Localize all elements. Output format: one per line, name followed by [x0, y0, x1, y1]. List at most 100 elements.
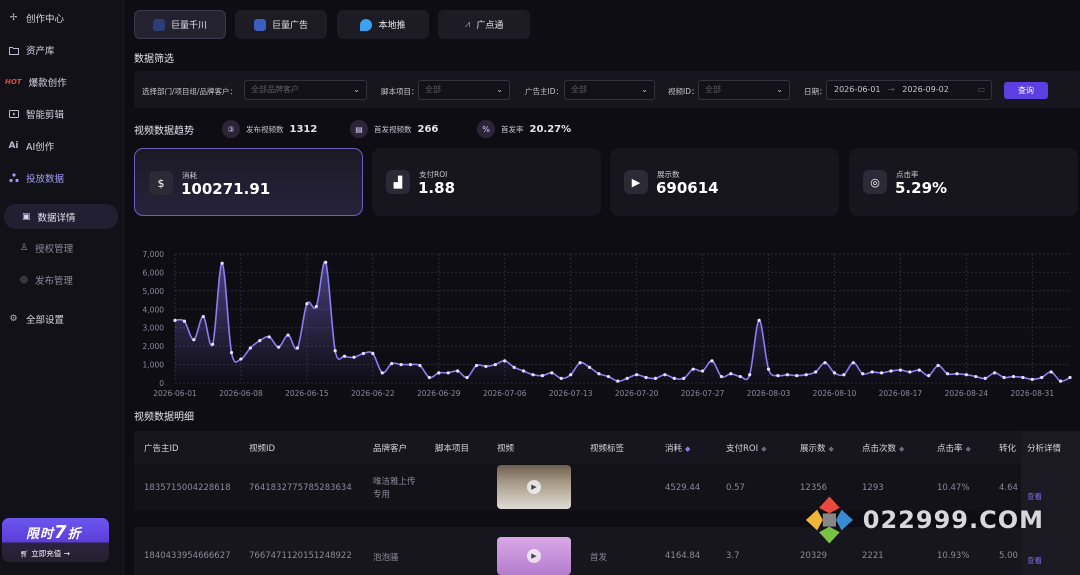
- data-point[interactable]: [861, 372, 865, 376]
- data-point[interactable]: [531, 373, 535, 377]
- data-point[interactable]: [361, 351, 366, 356]
- sort-icon[interactable]: ◆: [829, 445, 834, 453]
- data-point[interactable]: [390, 362, 394, 366]
- data-point[interactable]: [512, 365, 516, 369]
- data-point[interactable]: [729, 372, 733, 376]
- data-point[interactable]: [408, 362, 413, 367]
- data-point[interactable]: [248, 346, 252, 350]
- data-point[interactable]: [597, 372, 601, 376]
- sidebar-item-ai-creation[interactable]: Ai AI创作: [8, 135, 54, 157]
- column-header-advertiser[interactable]: 广告主ID: [144, 442, 179, 454]
- video-thumbnail[interactable]: ▶: [497, 465, 571, 509]
- data-point[interactable]: [239, 357, 243, 361]
- data-point[interactable]: [889, 369, 893, 373]
- data-point[interactable]: [908, 370, 912, 374]
- data-point[interactable]: [569, 373, 573, 377]
- data-point[interactable]: [682, 376, 686, 380]
- data-point[interactable]: [380, 371, 384, 375]
- play-icon[interactable]: ▶: [527, 480, 541, 494]
- data-point[interactable]: [917, 368, 921, 372]
- data-point[interactable]: [983, 376, 987, 380]
- data-point[interactable]: [663, 373, 667, 377]
- data-point[interactable]: [814, 370, 818, 374]
- data-point[interactable]: [578, 361, 582, 365]
- data-point[interactable]: [804, 373, 808, 377]
- data-point[interactable]: [832, 371, 837, 375]
- sidebar-subitem-publish-management[interactable]: ◎ 发布管理: [20, 269, 73, 291]
- sort-icon[interactable]: ◆: [685, 445, 690, 453]
- data-point[interactable]: [1011, 374, 1016, 379]
- data-point[interactable]: [993, 371, 997, 375]
- column-header-spend[interactable]: 消耗 ◆: [665, 442, 690, 454]
- sidebar-item-creation-center[interactable]: ✢ 创作中心: [8, 7, 64, 29]
- video-thumbnail[interactable]: ▶: [497, 537, 571, 575]
- data-point[interactable]: [719, 374, 724, 379]
- data-point[interactable]: [710, 359, 714, 363]
- column-header-roi[interactable]: 支付ROI ◆: [726, 442, 767, 454]
- column-header-script[interactable]: 脚本项目: [435, 442, 469, 454]
- promo-cta[interactable]: 🛒︎ 立即充值 →: [20, 548, 70, 559]
- data-point[interactable]: [795, 374, 799, 378]
- data-point[interactable]: [1058, 379, 1063, 383]
- tab-guangdiantong[interactable]: ⩘ 广点通: [438, 10, 530, 39]
- tab-qianchuan[interactable]: 巨量千川: [134, 10, 226, 39]
- date-range-picker[interactable]: 2026-06-01 → 2026-09-02 ▭: [826, 80, 992, 100]
- data-point[interactable]: [446, 371, 450, 375]
- sort-icon[interactable]: ◆: [966, 445, 971, 453]
- sidebar-item-ad-data[interactable]: 投放数据: [8, 167, 64, 189]
- data-point[interactable]: [1021, 375, 1025, 380]
- dept-select[interactable]: 全部品牌客户 ⌄: [244, 80, 367, 100]
- data-point[interactable]: [474, 363, 479, 368]
- column-header-tag[interactable]: 视频标签: [590, 442, 624, 454]
- data-point[interactable]: [201, 315, 205, 319]
- data-point[interactable]: [503, 359, 507, 363]
- data-point[interactable]: [456, 369, 460, 373]
- data-point[interactable]: [748, 373, 752, 377]
- data-point[interactable]: [220, 261, 224, 265]
- data-point[interactable]: [352, 355, 356, 359]
- data-point[interactable]: [493, 362, 497, 367]
- sidebar-item-smart-edit[interactable]: 智能剪辑: [8, 103, 64, 125]
- data-point[interactable]: [766, 367, 771, 371]
- data-point[interactable]: [936, 363, 940, 368]
- data-point[interactable]: [418, 363, 422, 368]
- tab-juliang-ads[interactable]: 巨量广告: [235, 10, 327, 39]
- video-select[interactable]: 全部 ⌄: [698, 80, 790, 100]
- sidebar-subitem-auth-management[interactable]: ♙ 授权管理: [20, 237, 73, 259]
- data-point[interactable]: [898, 368, 903, 372]
- data-point[interactable]: [974, 374, 978, 379]
- data-point[interactable]: [644, 375, 648, 380]
- kpi-card-spend[interactable]: $ 消耗 100271.91: [134, 148, 363, 216]
- data-point[interactable]: [211, 342, 215, 346]
- data-point[interactable]: [267, 335, 271, 339]
- data-point[interactable]: [1068, 375, 1072, 380]
- data-point[interactable]: [1049, 370, 1053, 374]
- data-point[interactable]: [521, 369, 526, 373]
- promo-banner[interactable]: 限时7折 🛒︎ 立即充值 →: [2, 518, 109, 562]
- data-point[interactable]: [465, 375, 469, 380]
- query-button[interactable]: 查询: [1004, 82, 1048, 99]
- data-point[interactable]: [851, 361, 855, 365]
- data-point[interactable]: [427, 375, 431, 380]
- data-point[interactable]: [700, 369, 705, 373]
- column-header-video-id[interactable]: 视频ID: [249, 442, 275, 454]
- data-point[interactable]: [955, 372, 959, 376]
- data-point[interactable]: [870, 370, 874, 374]
- data-point[interactable]: [286, 333, 290, 337]
- data-point[interactable]: [927, 374, 931, 378]
- sidebar-subitem-data-details[interactable]: ▣ 数据详情: [4, 204, 118, 229]
- data-point[interactable]: [342, 354, 347, 358]
- play-icon[interactable]: ▶: [527, 549, 541, 563]
- data-point[interactable]: [823, 361, 827, 365]
- sidebar-item-asset-library[interactable]: 资产库: [8, 39, 55, 61]
- sidebar-item-all-settings[interactable]: ⚙ 全部设置: [8, 308, 64, 330]
- data-point[interactable]: [1002, 375, 1006, 380]
- data-point[interactable]: [653, 376, 658, 380]
- data-point[interactable]: [691, 367, 695, 371]
- column-header-conversion[interactable]: 转化: [999, 442, 1016, 454]
- data-point[interactable]: [324, 260, 328, 264]
- data-point[interactable]: [672, 376, 676, 380]
- data-point[interactable]: [305, 302, 309, 306]
- data-point[interactable]: [371, 351, 375, 356]
- data-point[interactable]: [964, 373, 968, 377]
